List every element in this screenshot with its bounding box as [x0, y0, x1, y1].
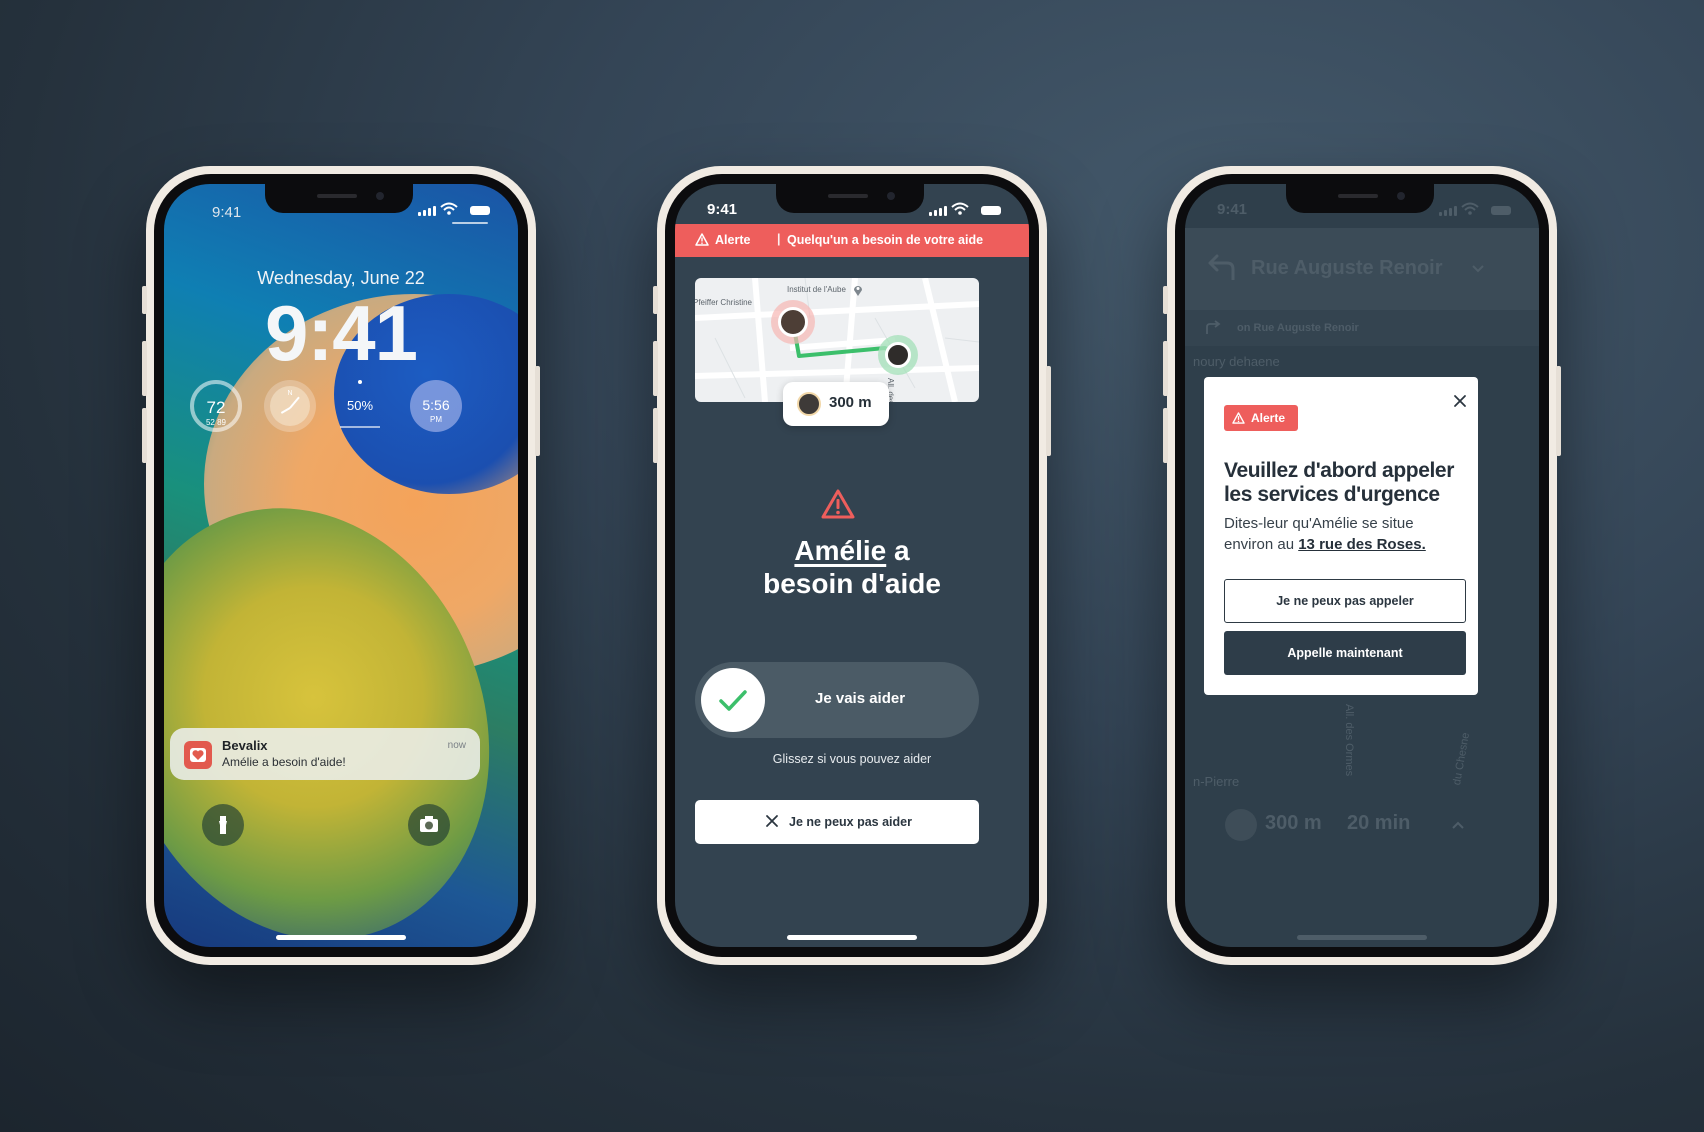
lock-time: 9:41 [264, 289, 418, 377]
wifi-icon [440, 202, 458, 215]
clock-widget[interactable]: N [264, 380, 316, 432]
flashlight-icon [219, 816, 227, 834]
checkmark-icon [719, 690, 747, 711]
heart-icon [184, 741, 212, 769]
weather-widget[interactable]: 72 52 89 [190, 380, 242, 432]
emergency-modal: Alerte Veuillez d'abord appeler les serv… [1204, 377, 1478, 695]
notification-time: now [447, 740, 466, 751]
slider-label: Je vais aider [815, 690, 906, 707]
victim-avatar [778, 307, 808, 337]
avatar [1225, 809, 1257, 841]
bottom-distance: 300 m [1265, 812, 1322, 834]
next-turn: on Rue Auguste Renoir [1237, 322, 1359, 334]
warning-icon [821, 489, 855, 519]
signal-icon [418, 206, 436, 216]
battery-icon [981, 206, 1001, 215]
turn-left-icon [1208, 254, 1235, 280]
wifi-icon [1461, 202, 1479, 215]
street-name: Rue Auguste Renoir [1251, 257, 1443, 279]
lockscreen: 9:41 Wednesday, June 22 9:41 72 52 89 N … [164, 184, 518, 947]
status-time: 9:41 [1217, 201, 1248, 218]
warning-icon [695, 233, 709, 246]
phone-modal: 9:41 Rue Auguste Renoir on Rue Auguste R… [1163, 166, 1561, 965]
notification-message: Amélie a besoin d'aide! [222, 755, 346, 769]
avatar [797, 392, 821, 416]
close-icon[interactable] [1452, 393, 1468, 409]
location-pin-icon [854, 286, 862, 296]
address-link[interactable]: 13 rue des Roses. [1298, 536, 1426, 553]
air-quality-widget[interactable]: 50% [334, 380, 386, 432]
headline-name: Amélie [794, 535, 887, 566]
help-slider[interactable]: Je vais aider [695, 662, 979, 738]
home-indicator[interactable] [787, 935, 917, 940]
notification-card[interactable]: Bevalix Amélie a besoin d'aide! now [170, 728, 480, 780]
signal-icon [1439, 206, 1457, 216]
wifi-icon [951, 202, 969, 215]
alarm-widget[interactable]: 5:56 PM [410, 380, 462, 432]
camera-icon [420, 816, 438, 832]
lock-date: Wednesday, June 22 [257, 268, 425, 288]
close-icon [766, 815, 778, 827]
camera-button[interactable] [408, 804, 450, 846]
distance-value: 300 m [829, 394, 872, 411]
modal-title: Veuillez d'abord appeler les services d'… [1224, 459, 1454, 506]
home-indicator[interactable] [1297, 935, 1427, 940]
signal-icon [929, 206, 947, 216]
flashlight-button[interactable] [202, 804, 244, 846]
battery-icon [470, 206, 490, 215]
helper-avatar [885, 342, 911, 368]
chevron-down-icon[interactable] [1471, 264, 1485, 274]
decline-button[interactable]: Je ne peux pas aider [695, 800, 979, 844]
battery-icon [1491, 206, 1511, 215]
distance-badge: 300 m [783, 382, 889, 426]
status-time: 9:41 [212, 204, 242, 221]
banner-label: Alerte [715, 233, 751, 247]
call-now-button[interactable]: Appelle maintenant [1224, 631, 1466, 675]
slider-knob[interactable] [701, 668, 765, 732]
bottom-eta: 20 min [1347, 812, 1411, 834]
phone-alert: 9:41 Alerte | Quelqu'un a besoin de votr… [653, 166, 1051, 965]
alert-chip: Alerte [1224, 405, 1298, 431]
slider-hint: Glissez si vous pouvez aider [772, 752, 932, 766]
modal-body: Dites-leur qu'Amélie se situe environ au… [1224, 515, 1426, 553]
navigation-screen: 9:41 Rue Auguste Renoir on Rue Auguste R… [1185, 184, 1539, 947]
notification-app: Bevalix [222, 738, 268, 753]
chevron-up-icon[interactable] [1451, 820, 1465, 830]
alert-screen: 9:41 Alerte | Quelqu'un a besoin de votr… [675, 184, 1029, 947]
banner-separator: | [777, 232, 781, 246]
banner-text: Quelqu'un a besoin de votre aide [787, 233, 984, 247]
warning-icon [1232, 412, 1245, 424]
phone-lockscreen: 9:41 Wednesday, June 22 9:41 72 52 89 N … [142, 166, 540, 965]
home-indicator[interactable] [276, 935, 406, 940]
turn-right-icon [1206, 320, 1221, 334]
cannot-call-button[interactable]: Je ne peux pas appeler [1224, 579, 1466, 623]
alert-banner: Alerte | Quelqu'un a besoin de votre aid… [675, 224, 1029, 257]
status-time: 9:41 [707, 201, 738, 218]
alert-headline: Amélie a besoin d'aide [763, 535, 941, 599]
